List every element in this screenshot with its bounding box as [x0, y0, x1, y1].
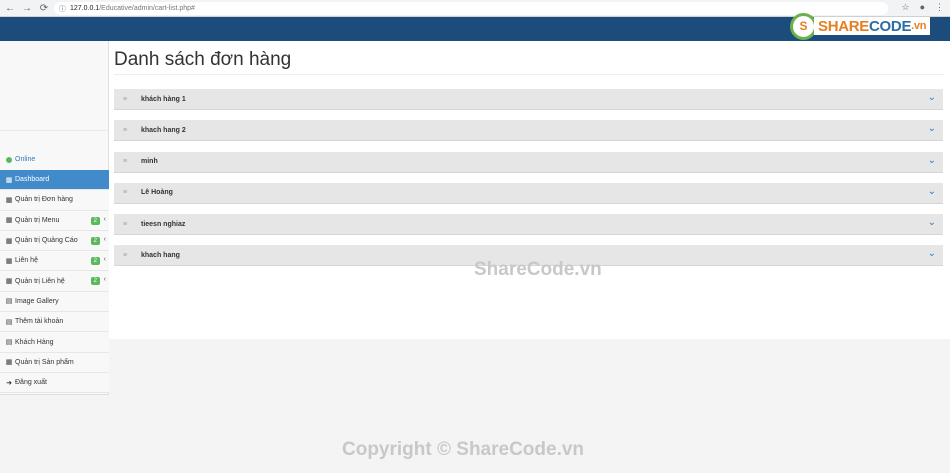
order-panel[interactable]: ≡ Lê Hoàng ⌄	[114, 182, 943, 204]
sidebar-item-label: Quản trị Đơn hàng	[15, 196, 73, 204]
logo-text: SHARE CODE .vn	[814, 17, 931, 35]
drag-handle-icon[interactable]: ≡	[114, 96, 136, 103]
watermark-text: ShareCode.vn	[474, 259, 602, 280]
copyright-watermark: Copyright © ShareCode.vn	[342, 439, 585, 460]
address-bar[interactable]: ⓘ 127.0.0.1/Educative/admin/cart-list.ph…	[54, 2, 888, 15]
sidebar-item-products[interactable]: ▦ Quản trị Sản phẩm	[0, 352, 109, 373]
chevron-left-icon: ‹	[103, 276, 106, 284]
order-customer-name: minh	[141, 158, 158, 166]
order-customer-name: tieesn nghiaz	[141, 220, 186, 228]
sidebar: Online ▦ Dashboard ▦ Quản trị Đơn hàng ▦…	[0, 41, 109, 395]
count-badge: 2	[90, 257, 100, 266]
sidebar-item-gallery[interactable]: ▤ Image Gallery	[0, 291, 109, 313]
drag-handle-icon[interactable]: ≡	[114, 189, 136, 196]
title-divider	[114, 74, 944, 75]
sidebar-item-customers[interactable]: ▤ Khách Hàng	[0, 332, 109, 353]
table-icon: ▦	[5, 278, 13, 286]
sidebar-item-label: Quản trị Liên hệ	[15, 277, 65, 285]
drag-handle-icon[interactable]: ≡	[114, 221, 136, 228]
info-icon[interactable]: ⓘ	[59, 4, 66, 14]
back-icon[interactable]: ←	[3, 1, 17, 15]
order-panel[interactable]: ≡ khach hang 2 ⌄	[114, 120, 943, 142]
sidebar-item-label: Đăng xuất	[15, 379, 47, 387]
sidebar-item-menu[interactable]: ▦ Quản trị Menu 2 ‹	[0, 210, 109, 231]
url-host: 127.0.0.1	[70, 5, 100, 12]
page-title: Danh sách đơn hàng	[114, 49, 292, 70]
sidebar-item-label: Quản trị Sản phẩm	[15, 358, 74, 366]
sidebar-item-ads[interactable]: ▦ Quản trị Quảng Cáo 2 ‹	[0, 230, 109, 252]
sidebar-item-label: Liên hệ	[15, 257, 38, 265]
chevron-down-icon[interactable]: ⌄	[928, 248, 936, 259]
chevron-down-icon[interactable]: ⌄	[928, 123, 936, 134]
table-icon: ▦	[5, 217, 13, 225]
sidebar-item-label: Image Gallery	[15, 297, 59, 305]
reload-icon[interactable]: ⟳	[37, 1, 51, 15]
film-icon: ▤	[5, 298, 13, 306]
logo-mark: S	[790, 12, 817, 40]
sidebar-item-contact[interactable]: ▦ Liên hệ 2 ‹	[0, 251, 109, 272]
sidebar-item-label: Quản trị Menu	[15, 216, 60, 224]
user-panel	[0, 41, 108, 131]
sidebar-item-contact-admin[interactable]: ▦ Quản trị Liên hệ 2 ‹	[0, 271, 109, 292]
count-badge: 2	[90, 236, 100, 245]
film-icon: ▤	[5, 318, 13, 326]
chevron-left-icon: ‹	[103, 215, 106, 223]
sidebar-item-label: Quản trị Quảng Cáo	[15, 237, 78, 245]
table-icon: ▦	[5, 257, 13, 265]
status-dot-icon	[6, 156, 12, 163]
table-icon: ▦	[5, 237, 13, 245]
order-customer-name: khach hang	[141, 251, 180, 259]
sidebar-item-label: Dashboard	[15, 176, 50, 184]
status-text: Online	[15, 156, 36, 163]
order-customer-name: khách hàng 1	[141, 95, 186, 103]
chevron-down-icon[interactable]: ⌄	[928, 217, 936, 228]
order-panel[interactable]: ≡ tieesn nghiaz ⌄	[114, 214, 943, 236]
drag-handle-icon[interactable]: ≡	[114, 252, 136, 259]
table-icon: ▦	[5, 176, 13, 184]
drag-handle-icon[interactable]: ≡	[114, 158, 136, 165]
chevron-down-icon[interactable]: ⌄	[928, 186, 936, 197]
order-list: ≡ khách hàng 1 ⌄ ≡ khach hang 2 ⌄ ≡ minh…	[114, 89, 943, 277]
brand-logo[interactable]: S SHARE CODE .vn	[790, 12, 931, 40]
sidebar-item-dashboard[interactable]: ▦ Dashboard	[0, 170, 109, 191]
chevron-down-icon[interactable]: ⌄	[928, 155, 936, 166]
drag-handle-icon[interactable]: ≡	[114, 127, 136, 134]
chevron-left-icon: ‹	[103, 235, 106, 243]
sign-out-icon: ➜	[6, 379, 12, 387]
sidebar-menu: ▦ Dashboard ▦ Quản trị Đơn hàng ▦ Quản t…	[0, 170, 109, 394]
sidebar-item-add-account[interactable]: ▤ Thêm tài khoản	[0, 312, 109, 333]
user-status: Online	[6, 156, 35, 163]
film-icon: ▤	[5, 339, 13, 347]
forward-icon[interactable]: →	[20, 1, 34, 15]
table-icon: ▦	[5, 359, 13, 367]
sidebar-item-label: Thêm tài khoản	[15, 318, 64, 326]
menu-icon[interactable]: ⋮	[935, 2, 944, 13]
sidebar-item-logout[interactable]: ➜ Đăng xuất	[0, 372, 109, 394]
table-icon: ▦	[5, 196, 13, 204]
main-content: Danh sách đơn hàng ≡ khách hàng 1 ⌄ ≡ kh…	[109, 41, 950, 339]
order-panel[interactable]: ≡ khách hàng 1 ⌄	[114, 89, 943, 110]
order-customer-name: Lê Hoàng	[141, 189, 173, 197]
chevron-down-icon[interactable]: ⌄	[928, 92, 936, 103]
order-panel[interactable]: ≡ minh ⌄	[114, 151, 943, 173]
order-customer-name: khach hang 2	[141, 126, 186, 134]
count-badge: 2	[90, 216, 100, 225]
sidebar-item-label: Khách Hàng	[15, 338, 54, 346]
sidebar-item-orders[interactable]: ▦ Quản trị Đơn hàng	[0, 190, 109, 211]
count-badge: 2	[90, 277, 100, 286]
chevron-left-icon: ‹	[103, 256, 106, 264]
url-path: /Educative/admin/cart-list.php#	[99, 5, 195, 12]
